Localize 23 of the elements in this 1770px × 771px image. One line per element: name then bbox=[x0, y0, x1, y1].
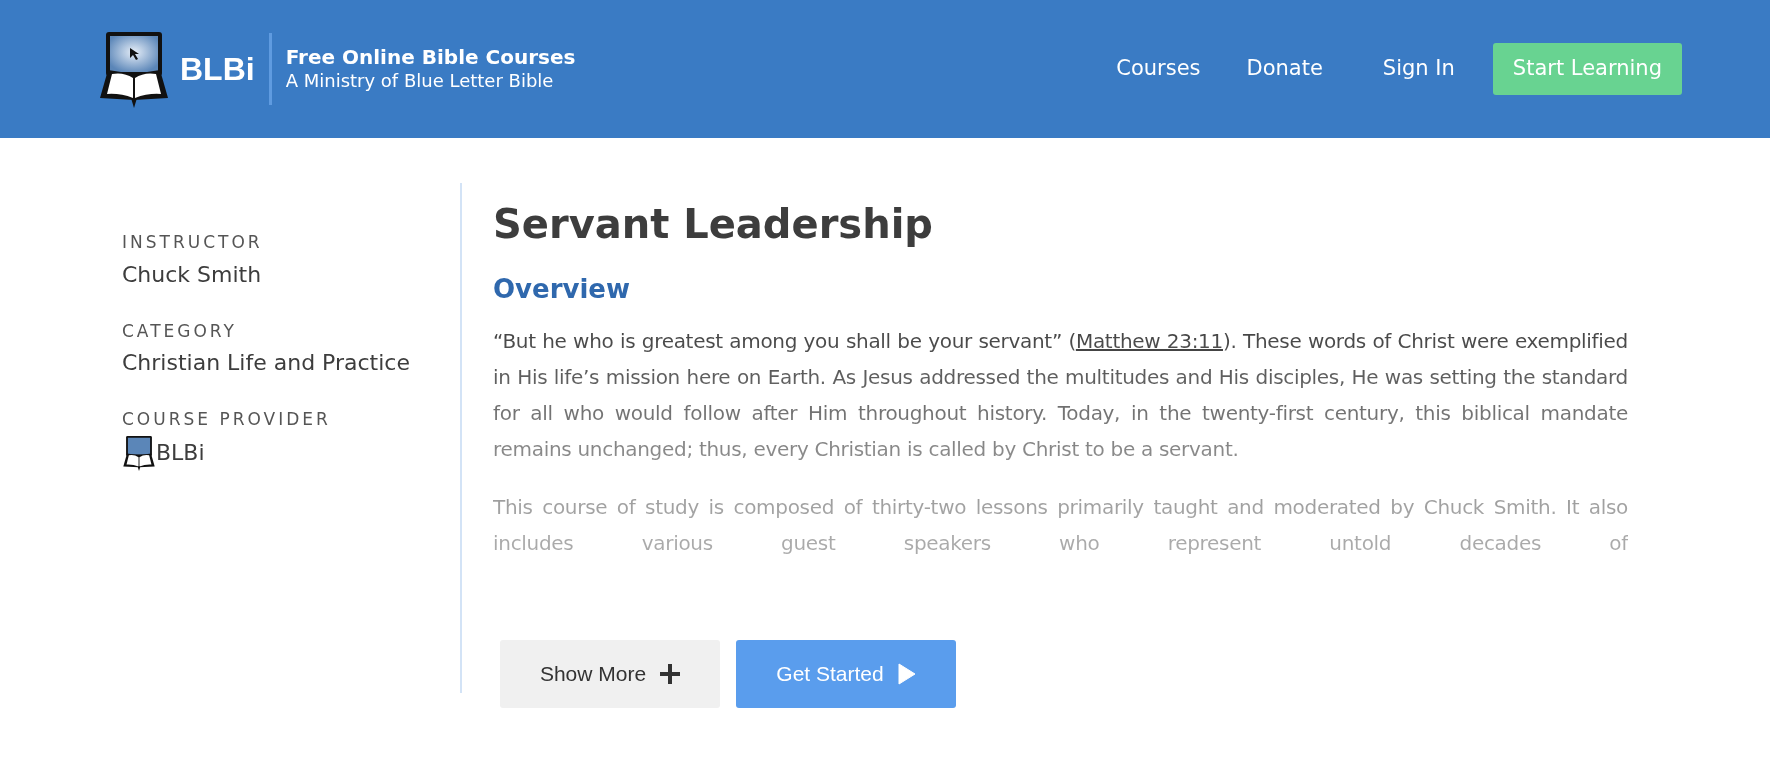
logo-text: BLBi bbox=[180, 50, 255, 89]
nav-link[interactable]: Sign In bbox=[1382, 53, 1455, 85]
get-started-button[interactable]: Get Started bbox=[736, 640, 956, 708]
field-value: Christian Life and Practice bbox=[122, 349, 410, 377]
field-label: COURSE PROVIDER bbox=[122, 408, 332, 431]
laptop-book-icon bbox=[98, 30, 170, 108]
site-subtitle: A Ministry of Blue Letter Bible bbox=[285, 70, 555, 93]
field-label: INSTRUCTOR bbox=[122, 231, 264, 254]
site-title: Free Online Bible Courses bbox=[285, 45, 576, 71]
scripture-link[interactable]: Matthew 23:11 bbox=[1075, 329, 1223, 353]
show-more-button[interactable]: Show More bbox=[500, 640, 720, 708]
field-value: Chuck Smith bbox=[122, 260, 262, 289]
section-heading: Overview bbox=[493, 273, 632, 306]
plus-icon bbox=[660, 664, 681, 684]
nav-link[interactable]: Courses bbox=[1116, 53, 1201, 85]
laptop-book-icon bbox=[122, 434, 156, 471]
paragraph: “But he who is greatest among you shall be your servant” (Matthew 23:11). These words of Christ were exemplified in His life’s mission here on Earth. As Jesus addressed the multitudes and His disciples, He was setting the standard for all who would follow after Him throughout history. Today, in the twenty-first century, this biblical mandate remains unchanged; thus, every Christian is called by Christ to be a servant. bbox=[493, 328, 1628, 463]
provider-name: BLBi bbox=[156, 439, 205, 467]
course-title: Servant Leadership bbox=[493, 200, 934, 249]
field-label: CATEGORY bbox=[122, 319, 238, 343]
paragraph: This course of study is composed of thirty-two lessons primarily taught and moderated by Chuck Smith. It also includes various guest speakers who represent untold decades of bbox=[493, 494, 1628, 557]
nav-link[interactable]: Donate bbox=[1246, 53, 1323, 85]
play-icon bbox=[897, 663, 916, 685]
